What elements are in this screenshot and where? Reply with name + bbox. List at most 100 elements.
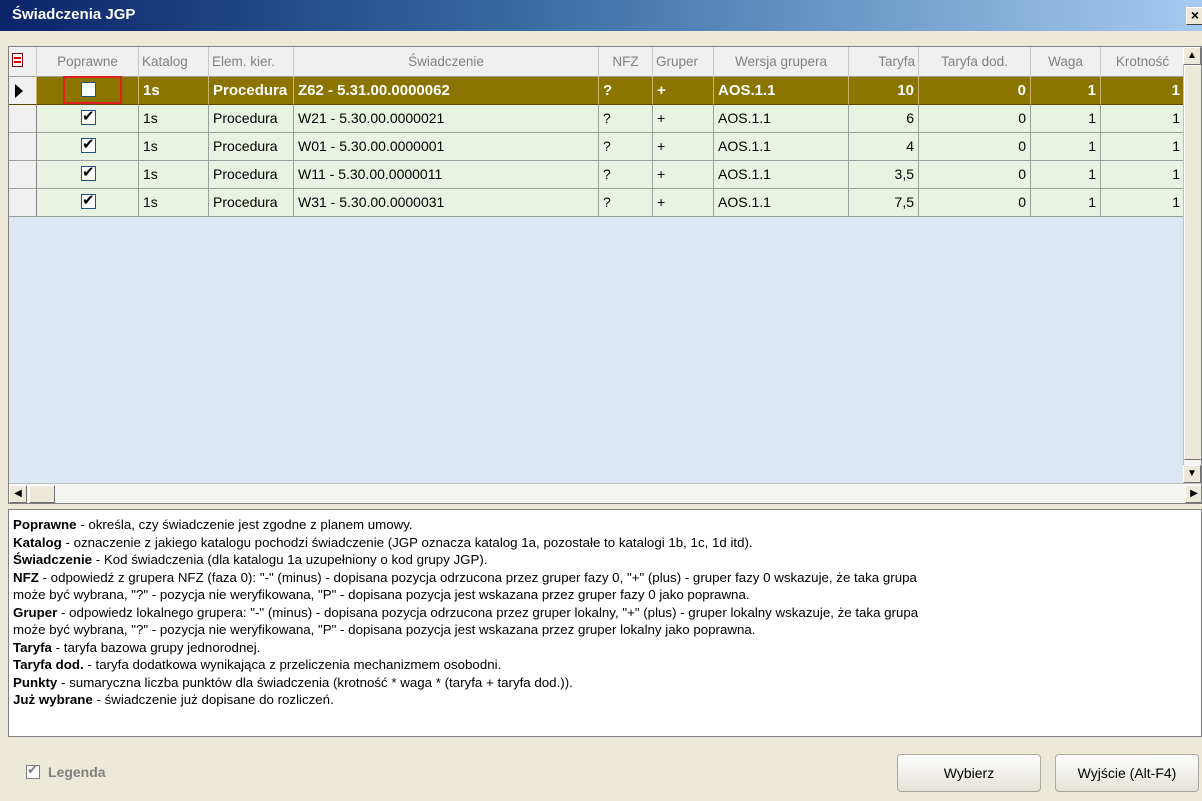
cell-katalog[interactable]: 1s <box>139 161 209 189</box>
column-header[interactable]: Waga <box>1031 47 1101 77</box>
scroll-right-icon[interactable]: ▶ <box>1185 485 1201 503</box>
close-icon[interactable]: × <box>1186 7 1202 25</box>
cell-elem[interactable]: Procedura <box>209 105 294 133</box>
scroll-down-icon[interactable]: ▼ <box>1183 465 1201 483</box>
column-header[interactable]: Świadczenie <box>294 47 599 77</box>
cell-waga[interactable]: 1 <box>1031 133 1101 161</box>
column-header[interactable]: Wersja grupera <box>714 47 849 77</box>
exit-button[interactable]: Wyjście (Alt-F4) <box>1055 754 1199 792</box>
cell-nfz[interactable]: ? <box>599 105 653 133</box>
poprawne-checkbox[interactable]: ✔ <box>81 192 96 209</box>
column-header[interactable]: NFZ <box>599 47 653 77</box>
legend-line: NFZ - odpowiedź z grupera NFZ (faza 0): … <box>13 569 1197 587</box>
cell-swiadczenie[interactable]: W31 - 5.30.00.0000031 <box>294 189 599 217</box>
horizontal-scrollbar[interactable]: ◀ ▶ <box>9 483 1201 503</box>
cell-waga[interactable]: 1 <box>1031 161 1101 189</box>
cell-wersja[interactable]: AOS.1.1 <box>714 77 849 105</box>
cell-taryfa[interactable]: 4 <box>849 133 919 161</box>
cell-gruper[interactable]: + <box>653 161 714 189</box>
column-header[interactable]: Elem. kier. <box>209 47 294 77</box>
cell-elem[interactable]: Procedura <box>209 189 294 217</box>
cell-gruper[interactable]: + <box>653 105 714 133</box>
table-row[interactable]: ✔ 1s Procedura W21 - 5.30.00.0000021? + AOS.1… <box>9 105 1185 133</box>
cell-wersja[interactable]: AOS.1.1 <box>714 189 849 217</box>
check-icon: ✔ <box>82 192 95 209</box>
cell-katalog[interactable]: 1s <box>139 77 209 105</box>
row-indicator[interactable] <box>9 77 37 105</box>
table-row[interactable]: ✔ 1s Procedura W31 - 5.30.00.0000031? + AOS.1… <box>9 189 1185 217</box>
legend-checkbox-label: Legenda <box>48 764 106 780</box>
cell-elem[interactable]: Procedura <box>209 133 294 161</box>
row-indicator[interactable] <box>9 161 37 189</box>
row-indicator[interactable] <box>9 189 37 217</box>
scroll-left-icon[interactable]: ◀ <box>9 485 27 503</box>
vertical-scroll-thumb[interactable] <box>1184 65 1201 460</box>
legend-checkbox-box[interactable]: ✔ <box>26 762 40 779</box>
cell-swiadczenie[interactable]: W01 - 5.30.00.0000001 <box>294 133 599 161</box>
column-header[interactable]: Poprawne <box>37 47 139 77</box>
cell-gruper[interactable]: + <box>653 189 714 217</box>
poprawne-checkbox-cell[interactable] <box>37 76 139 105</box>
column-header[interactable]: Katalog <box>139 47 209 77</box>
cell-wersja[interactable]: AOS.1.1 <box>714 161 849 189</box>
cell-nfz[interactable]: ? <box>599 161 653 189</box>
cell-krotnosc[interactable]: 1 <box>1101 77 1185 105</box>
title-bar: Świadczenia JGP × <box>0 0 1202 31</box>
column-header[interactable]: Krotność <box>1101 47 1185 77</box>
cell-taryfa-dod[interactable]: 0 <box>919 133 1031 161</box>
table-row-selected[interactable]: 1s Procedura Z62 - 5.31.00.0000062? + AOS.1.… <box>9 76 1185 105</box>
cell-taryfa-dod[interactable]: 0 <box>919 105 1031 133</box>
horizontal-scroll-thumb[interactable] <box>29 485 55 503</box>
cell-swiadczenie[interactable]: W21 - 5.30.00.0000021 <box>294 105 599 133</box>
column-header[interactable]: Taryfa dod. <box>919 47 1031 77</box>
vertical-scrollbar[interactable]: ▲ ▼ <box>1183 47 1201 483</box>
poprawne-checkbox[interactable]: ✔ <box>81 136 96 153</box>
cell-taryfa[interactable]: 6 <box>849 105 919 133</box>
select-button[interactable]: Wybierz <box>897 754 1041 792</box>
scroll-up-icon[interactable]: ▲ <box>1183 47 1201 65</box>
cell-krotnosc[interactable]: 1 <box>1101 161 1185 189</box>
column-header[interactable]: Taryfa <box>849 47 919 77</box>
cell-taryfa[interactable]: 7,5 <box>849 189 919 217</box>
legend-checkbox[interactable]: ✔ Legenda <box>26 762 106 780</box>
poprawne-checkbox[interactable]: ✔ <box>81 108 96 125</box>
cell-gruper[interactable]: + <box>653 133 714 161</box>
poprawne-checkbox-cell[interactable]: ✔ <box>37 189 139 217</box>
cell-elem[interactable]: Procedura <box>209 77 294 105</box>
poprawne-checkbox-cell[interactable]: ✔ <box>37 133 139 161</box>
cell-swiadczenie[interactable]: W11 - 5.30.00.0000011 <box>294 161 599 189</box>
cell-krotnosc[interactable]: 1 <box>1101 189 1185 217</box>
table-row[interactable]: ✔ 1s Procedura W11 - 5.30.00.0000011? + AOS.1… <box>9 161 1185 189</box>
cell-katalog[interactable]: 1s <box>139 105 209 133</box>
cell-swiadczenie[interactable]: Z62 - 5.31.00.0000062 <box>294 77 599 105</box>
legend-description: - sumaryczna liczba punktów dla świadcze… <box>57 674 573 690</box>
document-icon[interactable] <box>9 47 37 77</box>
cell-krotnosc[interactable]: 1 <box>1101 133 1185 161</box>
legend-term: Katalog <box>13 534 62 550</box>
cell-gruper[interactable]: + <box>653 77 714 105</box>
column-header[interactable]: Gruper <box>653 47 714 77</box>
cell-taryfa-dod[interactable]: 0 <box>919 77 1031 105</box>
cell-katalog[interactable]: 1s <box>139 189 209 217</box>
poprawne-checkbox[interactable]: ✔ <box>81 164 96 181</box>
row-indicator[interactable] <box>9 105 37 133</box>
cell-taryfa[interactable]: 3,5 <box>849 161 919 189</box>
cell-waga[interactable]: 1 <box>1031 189 1101 217</box>
poprawne-checkbox-cell[interactable]: ✔ <box>37 161 139 189</box>
cell-taryfa[interactable]: 10 <box>849 77 919 105</box>
cell-waga[interactable]: 1 <box>1031 77 1101 105</box>
cell-nfz[interactable]: ? <box>599 77 653 105</box>
cell-nfz[interactable]: ? <box>599 189 653 217</box>
cell-elem[interactable]: Procedura <box>209 161 294 189</box>
cell-waga[interactable]: 1 <box>1031 105 1101 133</box>
cell-krotnosc[interactable]: 1 <box>1101 105 1185 133</box>
cell-nfz[interactable]: ? <box>599 133 653 161</box>
cell-katalog[interactable]: 1s <box>139 133 209 161</box>
cell-wersja[interactable]: AOS.1.1 <box>714 105 849 133</box>
cell-taryfa-dod[interactable]: 0 <box>919 161 1031 189</box>
poprawne-checkbox-cell[interactable]: ✔ <box>37 105 139 133</box>
table-row[interactable]: ✔ 1s Procedura W01 - 5.30.00.0000001? + AOS.1… <box>9 133 1185 161</box>
row-indicator[interactable] <box>9 133 37 161</box>
cell-wersja[interactable]: AOS.1.1 <box>714 133 849 161</box>
cell-taryfa-dod[interactable]: 0 <box>919 189 1031 217</box>
